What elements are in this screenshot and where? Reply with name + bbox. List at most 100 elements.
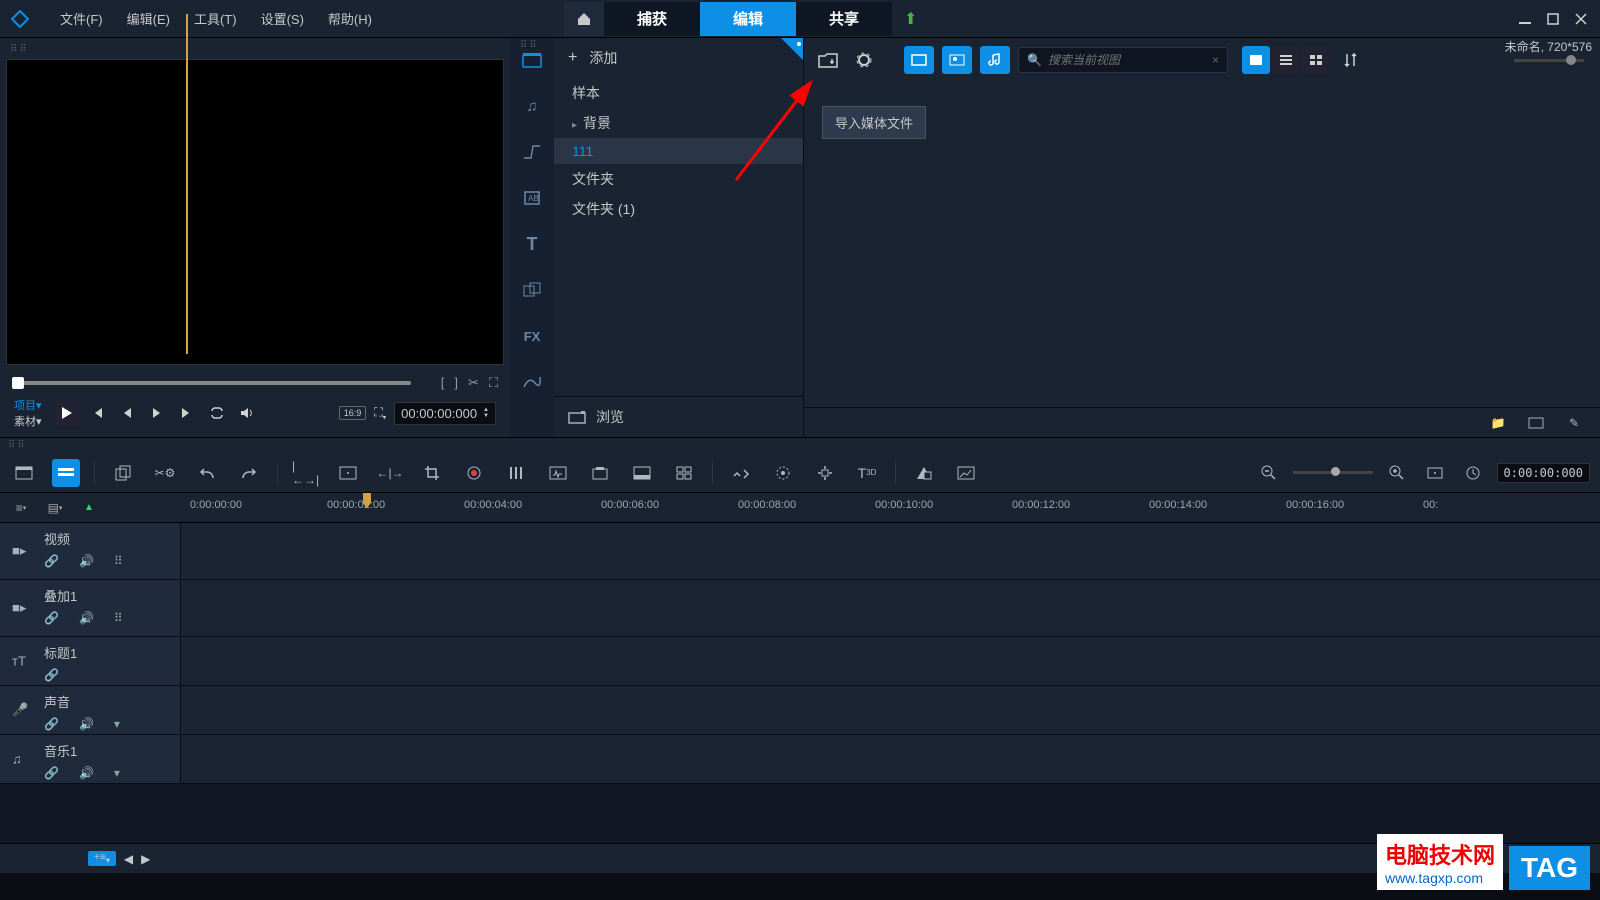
add-track-button[interactable]: +≡▾ [88,851,116,866]
tree-item-sample[interactable]: 样本 [554,78,803,108]
upload-icon[interactable]: ⬆ [904,9,917,29]
panel-grip-icon[interactable]: ⠿⠿ [6,44,504,59]
project-duration-icon[interactable] [1459,459,1487,487]
stabilize-button[interactable] [811,459,839,487]
record-button[interactable] [460,459,488,487]
menu-file[interactable]: 文件(F) [48,9,115,28]
next-frame-button[interactable] [144,400,170,426]
scroll-right-button[interactable]: ▶ [141,852,150,866]
track-body[interactable] [180,735,1600,783]
track-body[interactable] [180,580,1600,636]
track-body[interactable] [180,686,1600,734]
timeline-view-button[interactable] [52,459,80,487]
prev-frame-button[interactable] [114,400,140,426]
tab-share[interactable]: 共享 [796,2,892,36]
loop-button[interactable] [204,400,230,426]
cat-overlay-icon[interactable] [518,276,546,304]
project-duration[interactable]: 0:00:00:000 [1497,463,1590,483]
fit-project-button[interactable] [1421,459,1449,487]
resize-preview-icon[interactable]: ⛶▾ [374,405,386,421]
track-body[interactable] [180,637,1600,685]
expand-icon[interactable]: ⛶ [489,375,498,391]
filter-photo-button[interactable] [942,46,972,74]
tree-item-folder[interactable]: 文件夹 [554,164,803,194]
thumbnail-zoom-slider[interactable] [1514,59,1584,62]
cut-icon[interactable]: ✂ [468,375,479,391]
playhead[interactable] [360,493,374,507]
maximize-button[interactable] [1542,8,1564,30]
subtitle-button[interactable] [628,459,656,487]
track-header[interactable]: 🎤声音🔗🔊▾ [0,686,180,734]
cat-fx-icon[interactable]: FX [518,322,546,350]
mark-in-icon[interactable]: [ [441,375,445,391]
track-sound-button[interactable]: 🔊 [79,717,94,731]
track-link-button[interactable]: 🔗 [44,717,59,731]
track-menu-button[interactable]: ≡▾ [10,497,32,519]
view-list-button[interactable] [1272,46,1300,74]
tab-capture[interactable]: 捕获 [604,2,700,36]
fit-button[interactable]: |←→| [292,459,320,487]
preview-timecode[interactable]: 00:00:00:000 ▲▼ [394,402,496,425]
track-link-button[interactable]: 🔗 [44,766,59,780]
close-button[interactable] [1570,8,1592,30]
browse-button[interactable]: 浏览 [554,396,803,437]
menu-help[interactable]: 帮助(H) [316,9,384,28]
open-folder-icon[interactable]: 📁 [1484,409,1512,437]
track-fx-button[interactable]: ⠿ [114,611,123,625]
cat-transition-icon[interactable] [518,138,546,166]
track-sound-button[interactable]: 🔊 [79,554,94,568]
mark-out-icon[interactable]: ] [454,375,458,391]
tree-item-folder1[interactable]: 文件夹 (1) [554,194,803,224]
aspect-ratio[interactable]: 16:9 [339,406,367,420]
track-options-button[interactable]: ▤▾ [44,497,66,519]
filter-video-button[interactable] [904,46,934,74]
track-fx-button[interactable]: ⠿ [114,554,123,568]
cat-title-icon[interactable]: AB [518,184,546,212]
search-box[interactable]: 🔍 × [1018,47,1228,73]
chapters-button[interactable] [586,459,614,487]
menu-tools[interactable]: 工具(T) [182,9,249,28]
search-input[interactable] [1048,53,1206,67]
crop-button[interactable] [418,459,446,487]
pin-icon[interactable] [781,38,803,60]
play-button[interactable] [54,400,80,426]
track-link-button[interactable]: 🔗 [44,611,59,625]
view-thumb-button[interactable] [1242,46,1270,74]
edit-icon[interactable]: ✎ [1560,409,1588,437]
options-icon[interactable] [1522,409,1550,437]
add-folder-button[interactable]: + 添加 [554,38,803,78]
view-grid-button[interactable] [1302,46,1330,74]
time-ruler[interactable]: 0:00:00:0000:00:02:0000:00:04:0000:00:06… [180,493,1600,522]
tree-item-111[interactable]: 111 [554,138,803,164]
zoom-out-button[interactable] [1255,459,1283,487]
auto-music-button[interactable] [544,459,572,487]
scrub-slider[interactable] [12,381,411,385]
clear-search-icon[interactable]: × [1212,53,1219,67]
import-media-button[interactable] [814,46,842,74]
undo-button[interactable] [193,459,221,487]
tree-item-background[interactable]: 背景 [554,108,803,138]
go-start-button[interactable] [84,400,110,426]
marker-button[interactable]: ▲ [78,497,100,519]
minimize-button[interactable] [1514,8,1536,30]
go-end-button[interactable] [174,400,200,426]
redo-button[interactable] [235,459,263,487]
pan-zoom-button[interactable] [952,459,980,487]
tab-home[interactable] [564,2,604,36]
track-sound-button[interactable]: 🔊 [79,611,94,625]
tab-edit[interactable]: 编辑 [700,2,796,36]
safe-zone-button[interactable] [334,459,362,487]
track-header[interactable]: ᴛT标题1🔗 [0,637,180,685]
timeline-zoom-slider[interactable] [1293,471,1373,474]
multi-cam-button[interactable] [670,459,698,487]
panel-grip-icon[interactable]: ⠿⠿ [0,438,1600,453]
mode-clip[interactable]: 素材▾ [14,413,42,429]
filter-audio-button[interactable] [980,46,1010,74]
motion-button[interactable] [727,459,755,487]
menu-edit[interactable]: 编辑(E) [115,9,182,28]
3d-title-button[interactable]: T3D [853,459,881,487]
copy-button[interactable] [109,459,137,487]
mode-project[interactable]: 项目▾ [14,397,42,413]
menu-settings[interactable]: 设置(S) [249,9,316,28]
audio-mixer-button[interactable] [502,459,530,487]
